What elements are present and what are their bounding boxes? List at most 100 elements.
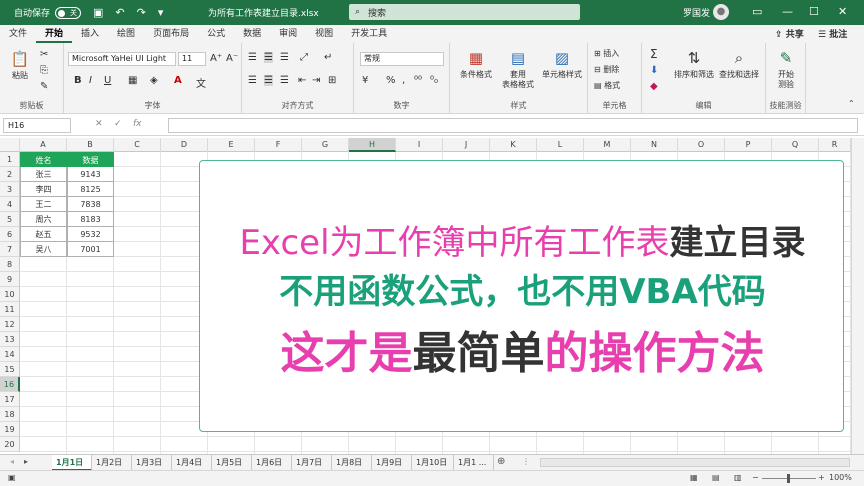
sheet-tab[interactable]: 1月1 ... [454,455,494,471]
sort-filter-button[interactable]: ⇅ 排序和筛选 [672,48,716,80]
maximize-icon[interactable]: ☐ [809,5,819,18]
row-header[interactable]: 16 [0,377,20,392]
row-header[interactable]: 20 [0,437,20,452]
user-name[interactable]: 罗国发 [683,6,710,19]
decrease-decimal-icon[interactable]: ⁰₀ [430,75,438,86]
orientation-icon[interactable]: ⤢ [300,52,308,63]
sheet-tab[interactable]: 1月2日 [92,455,132,471]
column-header[interactable]: G [302,138,349,152]
underline-icon[interactable]: U [104,75,111,86]
clear-icon[interactable]: ◆ [650,81,658,92]
table-header-name[interactable]: 姓名 [20,152,67,167]
column-header[interactable]: J [443,138,490,152]
phonetic-icon[interactable]: 文 [196,75,206,90]
column-header[interactable]: D [161,138,208,152]
autosum-icon[interactable]: Σ [650,47,658,61]
row-header[interactable]: 12 [0,317,20,332]
comments-button[interactable]: ☰ 批注 [818,27,847,40]
row-header[interactable]: 5 [0,212,20,227]
value-cell[interactable]: 8183 [67,212,114,227]
scroll-next-sheet-icon[interactable]: ▸ [24,457,28,466]
insert-cells-button[interactable]: ⊞ 插入 [594,48,619,59]
ribbon-display-icon[interactable]: ▭ [752,5,762,18]
row-header[interactable]: 13 [0,332,20,347]
row-header[interactable]: 14 [0,347,20,362]
align-bottom-icon[interactable]: ☰ [280,52,289,63]
fill-icon[interactable]: ⬇ [650,65,658,76]
normal-view-icon[interactable]: ▦ [690,473,698,482]
find-select-button[interactable]: ⌕ 查找和选择 [716,48,762,80]
customize-qat-icon[interactable]: ▾ [158,6,164,19]
font-size-select[interactable]: 11 [178,52,206,66]
tab-file[interactable]: 文件 [0,25,36,43]
tab-developer[interactable]: 开发工具 [342,25,396,43]
row-header[interactable]: 11 [0,302,20,317]
align-top-icon[interactable]: ☰ [248,52,257,63]
tab-insert[interactable]: 插入 [72,25,108,43]
increase-decimal-icon[interactable]: ⁰⁰ [414,75,422,86]
decrease-font-icon[interactable]: A⁻ [226,53,238,64]
row-header[interactable]: 4 [0,197,20,212]
row-header[interactable]: 9 [0,272,20,287]
avatar[interactable]: ● [713,4,729,20]
increase-indent-icon[interactable]: ⇥ [312,75,320,86]
sheet-tab[interactable]: 1月3日 [132,455,172,471]
zoom-out-icon[interactable]: − [752,473,759,482]
table-header-data[interactable]: 数据 [67,152,114,167]
decrease-indent-icon[interactable]: ⇤ [298,75,306,86]
scroll-prev-sheet-icon[interactable]: ◂ [10,457,14,466]
column-header[interactable]: I [396,138,443,152]
value-cell[interactable]: 7838 [67,197,114,212]
zoom-slider-thumb[interactable] [787,474,790,483]
row-header[interactable]: 10 [0,287,20,302]
align-middle-icon[interactable]: ☰ [264,52,273,63]
row-header[interactable]: 3 [0,182,20,197]
sheet-tab[interactable]: 1月4日 [172,455,212,471]
name-cell[interactable]: 周六 [20,212,67,227]
column-header[interactable]: Q [772,138,819,152]
name-cell[interactable]: 吴八 [20,242,67,257]
row-header[interactable]: 17 [0,392,20,407]
column-header[interactable]: A [20,138,67,152]
column-header[interactable]: F [255,138,302,152]
column-header[interactable]: E [208,138,255,152]
start-test-button[interactable]: ✎ 开始 测验 [770,48,802,90]
row-header[interactable]: 8 [0,257,20,272]
save-icon[interactable]: ▣ [93,6,103,19]
merge-center-icon[interactable]: ⊞ [328,75,336,86]
insert-function-icon[interactable]: fx [133,119,142,129]
collapse-ribbon-icon[interactable]: ⌃ [848,99,855,108]
enter-icon[interactable]: ✓ [114,119,122,129]
tab-review[interactable]: 审阅 [270,25,306,43]
name-cell[interactable]: 赵五 [20,227,67,242]
font-name-select[interactable]: Microsoft YaHei UI Light [68,52,176,66]
formula-input[interactable] [168,118,858,133]
sheet-tab[interactable]: 1月1日 [52,455,92,471]
column-header[interactable]: K [490,138,537,152]
tab-home[interactable]: 开始 [36,25,73,43]
name-box[interactable]: H16 [3,118,71,133]
sheet-tab[interactable]: 1月10日 [412,455,454,471]
row-header[interactable]: 18 [0,407,20,422]
tab-view[interactable]: 视图 [306,25,342,43]
currency-icon[interactable]: ¥ [362,75,368,86]
bold-icon[interactable]: B [74,75,82,86]
fill-color-icon[interactable]: ◈ [150,75,158,86]
column-header[interactable]: L [537,138,584,152]
sheet-tab[interactable]: 1月7日 [292,455,332,471]
value-cell[interactable]: 9143 [67,167,114,182]
macro-record-icon[interactable]: ▣ [8,473,16,482]
border-icon[interactable]: ▦ [128,75,137,86]
redo-icon[interactable]: ↷ [137,6,146,19]
percent-icon[interactable]: % [386,75,396,86]
column-header[interactable]: M [584,138,631,152]
value-cell[interactable]: 7001 [67,242,114,257]
tab-data[interactable]: 数据 [234,25,270,43]
column-header[interactable]: O [678,138,725,152]
vertical-scrollbar[interactable] [851,138,864,454]
cut-icon[interactable]: ✂ [40,49,48,60]
tab-draw[interactable]: 绘图 [108,25,144,43]
value-cell[interactable]: 8125 [67,182,114,197]
font-color-icon[interactable]: A [174,75,182,86]
format-cells-button[interactable]: ▤ 格式 [594,80,620,91]
